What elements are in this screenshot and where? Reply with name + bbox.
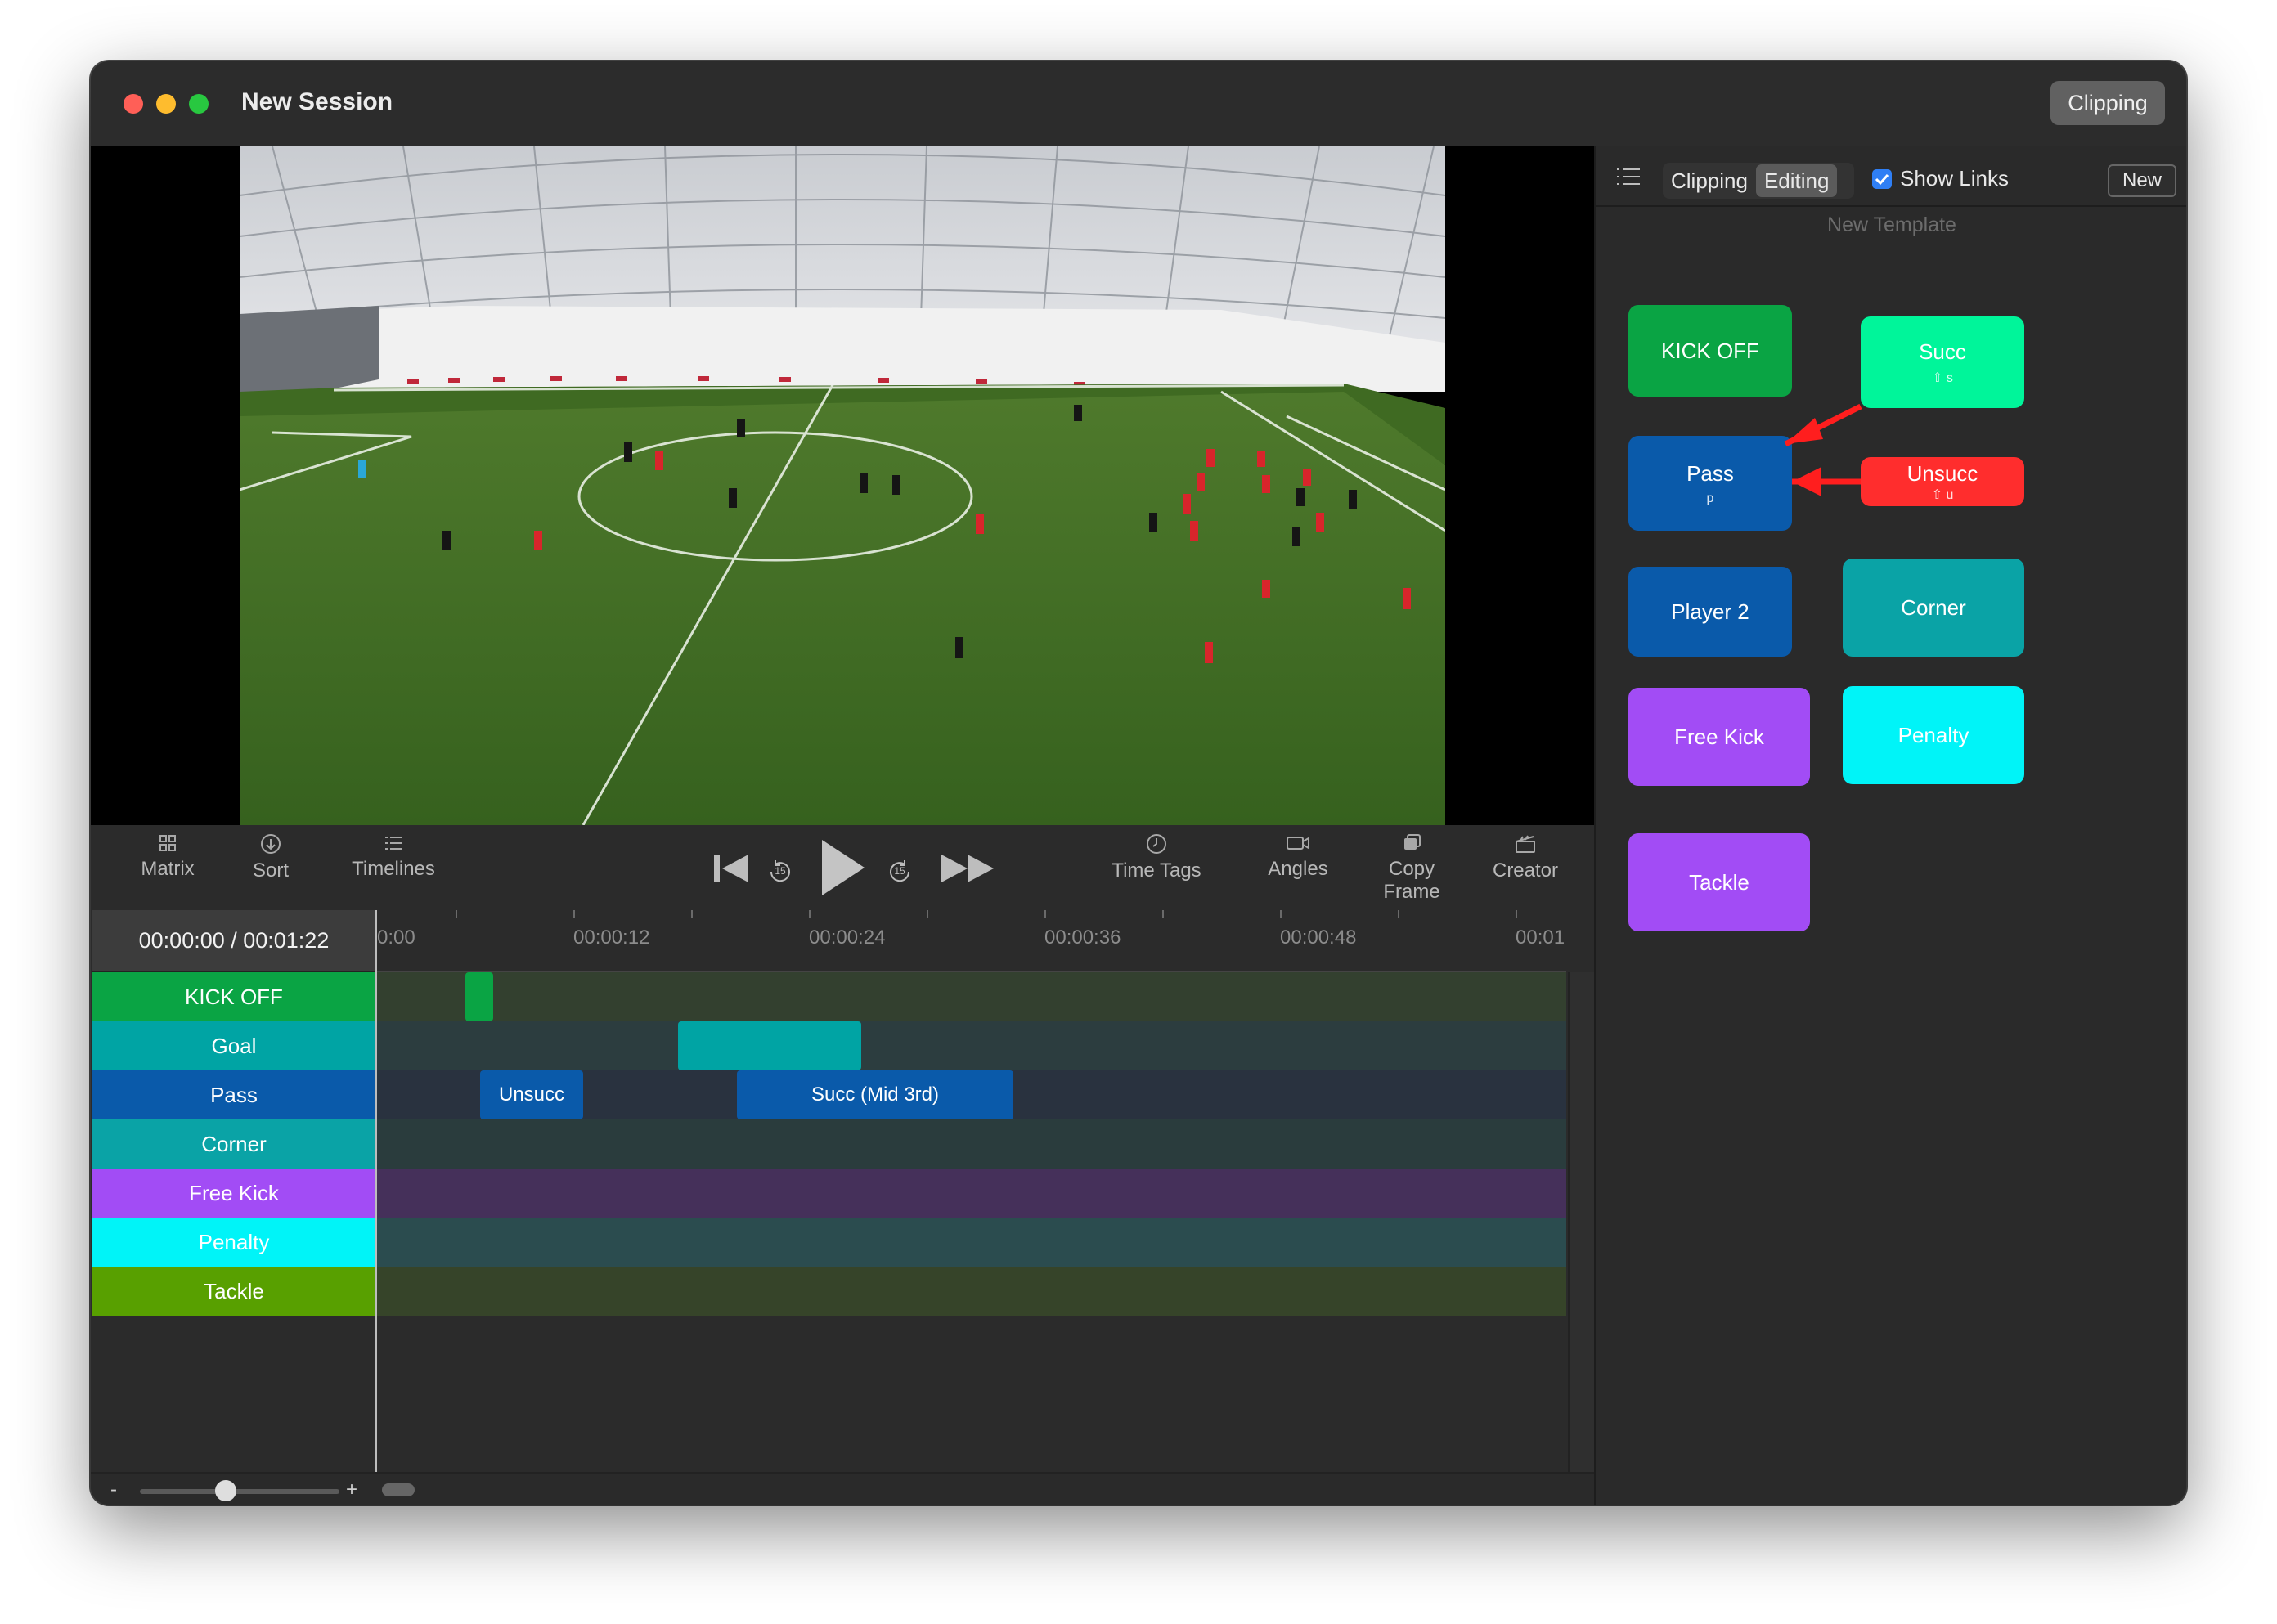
title-bar: New Session Clipping	[91, 61, 2186, 147]
time-display: 00:00:00 / 00:01:22	[92, 910, 375, 972]
track-corner[interactable]	[377, 1119, 1566, 1169]
skip-forward-15-button[interactable]: 15	[886, 858, 914, 886]
code-button-penalty[interactable]: Penalty	[1843, 686, 2024, 784]
window-title: New Session	[241, 88, 393, 115]
row-label-goal[interactable]: Goal	[92, 1021, 375, 1070]
creator-label: Creator	[1492, 859, 1559, 882]
tick-mark	[809, 910, 811, 918]
tick-label: 00:00:24	[809, 926, 886, 949]
app-window: New Session Clipping Matrix Sort Timelin…	[91, 61, 2186, 1505]
vertical-scrollbar[interactable]	[1568, 972, 1596, 1472]
play-icon[interactable]	[811, 833, 873, 902]
video-frame	[240, 146, 1445, 825]
minimize-window-button[interactable]	[156, 94, 176, 114]
row-label-corner[interactable]: Corner	[92, 1119, 375, 1169]
tick-label: 00:01	[1516, 926, 1565, 949]
skip-back-15-button[interactable]: 15	[766, 858, 794, 886]
playhead-line[interactable]	[375, 910, 377, 1488]
timeline-panel: 00:00:00 / 00:01:22 0:00 00:00:12 00:00:…	[91, 910, 1596, 1505]
tick-label: 0:00	[377, 926, 415, 949]
timeline-labels: KICK OFF Goal Pass Corner Free Kick Pena…	[92, 972, 375, 1472]
close-window-button[interactable]	[124, 94, 143, 114]
zoom-out-button[interactable]: -	[110, 1478, 117, 1501]
matrix-button[interactable]: Matrix	[125, 833, 210, 881]
row-label-pass[interactable]: Pass	[92, 1070, 375, 1119]
video-camera-icon	[1287, 837, 1309, 850]
tick-mark	[691, 910, 693, 918]
clapperboard-icon	[1516, 835, 1535, 853]
code-button-label: Tackle	[1689, 869, 1749, 895]
zoom-window-button[interactable]	[189, 94, 209, 114]
copy-frame-label-2: Frame	[1383, 881, 1440, 903]
code-button-label: Free Kick	[1674, 724, 1764, 749]
tick-mark	[1044, 910, 1046, 918]
copy-frame-label-1: Copy	[1388, 858, 1435, 880]
zoom-slider-knob[interactable]	[215, 1480, 236, 1501]
track-penalty[interactable]	[377, 1218, 1566, 1267]
tick-mark	[1516, 910, 1517, 918]
track-free-kick[interactable]	[377, 1169, 1566, 1218]
track-pass[interactable]: Unsucc Succ (Mid 3rd)	[377, 1070, 1566, 1119]
list-icon	[385, 837, 402, 850]
clip-goal[interactable]	[678, 1021, 861, 1070]
zoom-bar: - +	[91, 1472, 1594, 1505]
tick-mark	[573, 910, 575, 918]
time-tags-button[interactable]: Time Tags	[1095, 833, 1218, 882]
angles-label: Angles	[1268, 858, 1328, 880]
code-button-free-kick[interactable]: Free Kick	[1628, 688, 1810, 786]
tick-mark	[927, 910, 928, 918]
tick-label: 00:00:48	[1280, 926, 1357, 949]
arrowhead-icon	[1785, 418, 1823, 444]
football-pitch-image	[240, 146, 1445, 825]
row-label-free-kick[interactable]: Free Kick	[92, 1169, 375, 1218]
tick-label: 00:00:12	[573, 926, 650, 949]
row-label-kick-off[interactable]: KICK OFF	[92, 972, 375, 1021]
tick-mark	[456, 910, 457, 918]
horizontal-scrollbar[interactable]	[382, 1483, 415, 1496]
code-button-tackle[interactable]: Tackle	[1628, 833, 1810, 931]
clock-icon	[1147, 834, 1166, 854]
sort-button[interactable]: Sort	[231, 833, 310, 882]
fast-forward-icon[interactable]	[936, 840, 1002, 897]
track-goal[interactable]	[377, 1021, 1566, 1070]
arrowhead-icon	[1792, 467, 1821, 496]
link-arrows	[1784, 403, 1862, 496]
sort-label: Sort	[252, 859, 289, 882]
row-label-penalty[interactable]: Penalty	[92, 1218, 375, 1267]
time-ruler[interactable]: 0:00 00:00:12 00:00:24 00:00:36 00:00:48…	[377, 910, 1566, 972]
skip-back-seconds: 15	[775, 865, 786, 877]
code-button-label: Penalty	[1898, 722, 1969, 747]
video-player[interactable]	[91, 146, 1594, 825]
tick-mark	[1280, 910, 1282, 918]
copy-frame-icon	[1404, 834, 1421, 850]
timelines-button[interactable]: Timelines	[335, 833, 452, 881]
skip-to-start-icon[interactable]	[703, 840, 760, 897]
tick-mark	[1398, 910, 1399, 918]
tick-label: 00:00:36	[1044, 926, 1121, 949]
clip-pass-succ-mid-3rd[interactable]: Succ (Mid 3rd)	[737, 1070, 1013, 1119]
copy-frame-button[interactable]: Copy Frame	[1367, 833, 1457, 904]
timelines-label: Timelines	[352, 858, 435, 880]
track-kick-off[interactable]	[377, 972, 1566, 1021]
matrix-label: Matrix	[141, 858, 195, 880]
zoom-slider[interactable]	[140, 1489, 339, 1494]
sort-circle-icon	[261, 834, 281, 854]
clipping-mode-button[interactable]: Clipping	[2050, 81, 2165, 125]
creator-button[interactable]: Creator	[1476, 833, 1574, 882]
clip-pass-unsucc[interactable]: Unsucc	[480, 1070, 583, 1119]
code-window-panel: Clipping Editing Show Links New New Temp…	[1594, 146, 2186, 1505]
angles-button[interactable]: Angles	[1249, 833, 1347, 881]
clip-kick-off[interactable]	[465, 972, 493, 1021]
grid-icon	[159, 835, 176, 851]
track-tackle[interactable]	[377, 1267, 1566, 1316]
row-label-tackle[interactable]: Tackle	[92, 1267, 375, 1316]
tick-mark	[1162, 910, 1164, 918]
zoom-in-button[interactable]: +	[346, 1478, 357, 1501]
skip-forward-seconds: 15	[894, 865, 905, 877]
playback-toolbar: Matrix Sort Timelines 15 15 Time Tags An…	[91, 825, 1594, 912]
time-tags-label: Time Tags	[1112, 859, 1201, 882]
